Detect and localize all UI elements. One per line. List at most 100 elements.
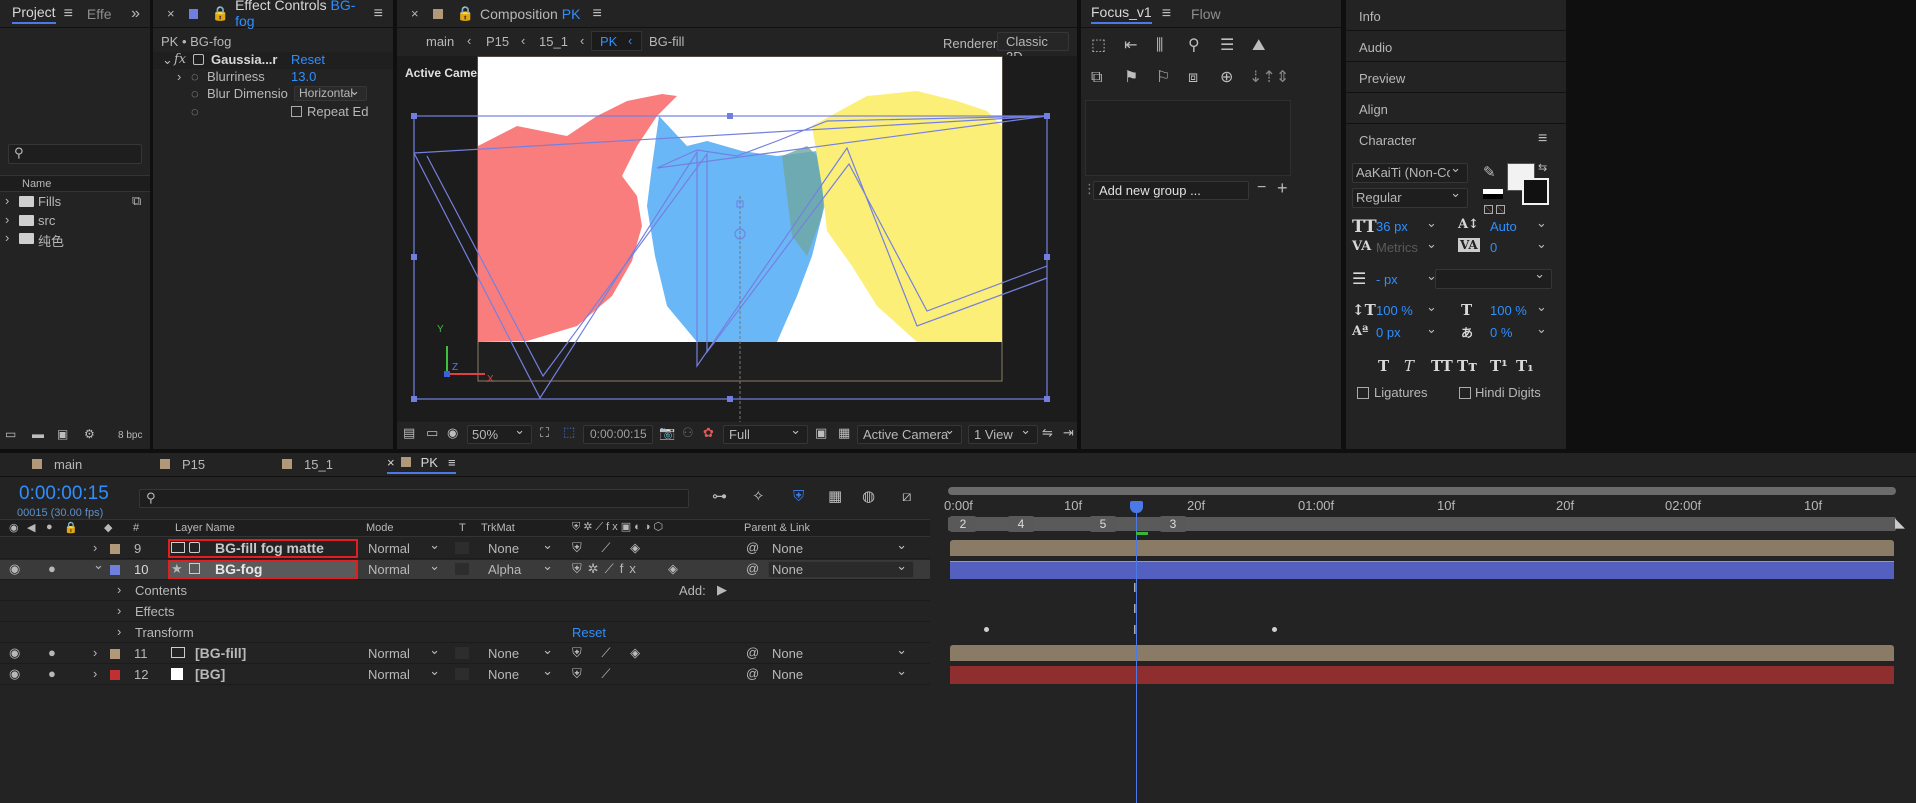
- eye-icon[interactable]: ◉: [9, 521, 19, 534]
- tab-pk[interactable]: × PK ≡: [387, 455, 456, 474]
- stopwatch-icon[interactable]: ◌: [191, 86, 199, 101]
- time-graph[interactable]: 0:00f 10f 20f 01:00f 10f 20f 02:00f 10f …: [940, 477, 1916, 803]
- flag-icon[interactable]: ⚑: [1124, 70, 1138, 86]
- layer-color-label[interactable]: [110, 565, 120, 575]
- chevron-down-icon[interactable]: ⌄: [1536, 236, 1547, 252]
- chevron-down-icon[interactable]: ⌄: [1426, 236, 1437, 252]
- vertical-scale-value[interactable]: 100 %: [1376, 303, 1413, 318]
- eye-icon[interactable]: ◉: [9, 666, 20, 682]
- layer-bar[interactable]: [950, 666, 1894, 684]
- mode-column[interactable]: Mode: [366, 522, 394, 534]
- info-panel-header[interactable]: Info: [1346, 0, 1566, 31]
- show-snapshot-icon[interactable]: ⚇: [682, 426, 694, 439]
- sub-row[interactable]: › Transform Reset: [0, 623, 930, 643]
- monitor-icon[interactable]: ▭: [426, 426, 438, 439]
- trkmat-lock-box[interactable]: [455, 668, 469, 680]
- pickwhip-icon[interactable]: @: [746, 645, 759, 660]
- interpret-footage-icon[interactable]: ▭: [5, 428, 16, 440]
- panel-menu-icon[interactable]: ≡: [374, 5, 383, 23]
- chevron-right-icon[interactable]: ›: [5, 193, 9, 208]
- chevron-down-icon[interactable]: ⌄: [1426, 321, 1437, 337]
- playhead-handle[interactable]: [1130, 501, 1143, 513]
- chevron-down-icon[interactable]: ⌄: [162, 52, 173, 68]
- layer-row[interactable]: › 9 BG-fill fog matte Normal None ⛨ ⟋ ◈ …: [0, 537, 930, 559]
- baseline-shift-value[interactable]: 0 px: [1376, 325, 1401, 340]
- chevron-down-icon[interactable]: ⌄: [1536, 321, 1547, 337]
- layer-switches[interactable]: ⛨ ⟋ ◈: [572, 540, 648, 556]
- stopwatch-icon[interactable]: ◌: [191, 69, 199, 84]
- mode-select[interactable]: Normal: [364, 663, 447, 683]
- region-icon[interactable]: ⬚: [563, 425, 575, 438]
- pin-icon[interactable]: ⚲: [1188, 38, 1200, 54]
- parent-select[interactable]: None: [768, 642, 914, 662]
- pickwhip-icon[interactable]: @: [746, 666, 759, 681]
- project-settings-icon[interactable]: ⚙: [84, 428, 95, 440]
- panel-menu-icon[interactable]: ≡: [448, 455, 456, 470]
- superscript-button[interactable]: T¹: [1490, 357, 1508, 375]
- trkmat-column[interactable]: TrkMat: [481, 522, 515, 534]
- switches-icons[interactable]: ⛨✲⟋fx▣◐◑⬡: [572, 520, 666, 534]
- remove-group-button[interactable]: −: [1257, 179, 1266, 197]
- search-input[interactable]: ⚲: [8, 144, 142, 164]
- tab-main[interactable]: main: [32, 457, 82, 472]
- trkmat-lock-box[interactable]: [455, 542, 469, 554]
- select-bounds-icon[interactable]: ⬚: [1091, 38, 1106, 54]
- motion-blur-icon[interactable]: ◍: [862, 489, 875, 504]
- draft-3d-icon[interactable]: ✧: [752, 489, 765, 504]
- repeat-edge-checkbox[interactable]: [291, 106, 302, 117]
- chevron-right-icon[interactable]: ›: [117, 603, 121, 618]
- channel-icon[interactable]: ✿: [703, 426, 714, 439]
- comp-canvas[interactable]: Y Z X: [397, 56, 1077, 422]
- chevron-right-icon[interactable]: ›: [5, 230, 9, 245]
- transparency-grid-icon[interactable]: ▦: [838, 426, 850, 439]
- add-group-button[interactable]: +: [1277, 178, 1288, 199]
- swap-colors-icon[interactable]: ⇆: [1538, 163, 1547, 174]
- chevron-right-icon[interactable]: ›: [117, 582, 121, 597]
- close-icon[interactable]: ×: [167, 6, 175, 21]
- faux-bold-button[interactable]: T: [1378, 357, 1389, 375]
- playhead-line[interactable]: [1136, 505, 1137, 803]
- resolution-select[interactable]: Full: [723, 422, 808, 444]
- layer-color-label[interactable]: [110, 670, 120, 680]
- tab-composition[interactable]: Composition PK: [480, 6, 580, 22]
- hash-column[interactable]: #: [133, 522, 139, 534]
- tab-focus[interactable]: Focus_v1: [1091, 4, 1152, 24]
- renderer-button[interactable]: Classic 3D: [997, 32, 1069, 64]
- new-folder-icon[interactable]: ▬: [32, 428, 44, 440]
- layer-switches[interactable]: ⛨✲⟋fx: [572, 561, 642, 577]
- timecode-field[interactable]: 0:00:00:15: [583, 425, 653, 444]
- chevron-down-icon[interactable]: ⌄: [1426, 215, 1437, 231]
- sort-arrows-icon[interactable]: ⇣⇡⇕: [1249, 70, 1289, 86]
- tab-flow[interactable]: Flow: [1191, 6, 1221, 22]
- small-caps-button[interactable]: Tт: [1457, 357, 1477, 375]
- comp-viewport[interactable]: Active Camera Y Z X: [397, 56, 1077, 422]
- trkmat-select[interactable]: Alpha: [484, 558, 560, 578]
- tab-p15[interactable]: P15: [160, 457, 205, 472]
- tsume-value[interactable]: 0 %: [1490, 325, 1512, 340]
- panel-menu-icon[interactable]: ≡: [1162, 5, 1171, 23]
- layer-tool-icon[interactable]: ⧉: [1091, 70, 1102, 86]
- comp-marker[interactable]: 2: [950, 516, 976, 532]
- mode-select[interactable]: Normal: [364, 642, 447, 662]
- reset-exposure-icon[interactable]: ⇥: [1063, 426, 1074, 439]
- timeline-timecode[interactable]: 0:00:00:15: [19, 483, 109, 505]
- work-area-bar[interactable]: [948, 487, 1896, 495]
- trkmat-select[interactable]: None: [484, 663, 560, 683]
- layer-name[interactable]: [BG]: [195, 666, 225, 682]
- comp-marker[interactable]: 3: [1160, 516, 1186, 532]
- layer-bar[interactable]: [950, 645, 1894, 661]
- flag-left-icon[interactable]: ⚐: [1156, 70, 1170, 86]
- chevron-down-icon[interactable]: ⌄: [1536, 299, 1547, 315]
- layer-row[interactable]: ◉ ● › 12 [BG] Normal None ⛨ ⟋ @ None: [0, 663, 930, 685]
- chevron-right-icon[interactable]: ›: [93, 645, 97, 660]
- effect-reset-link[interactable]: Reset: [291, 52, 325, 67]
- list-icon[interactable]: ☰: [1220, 38, 1234, 54]
- align-left-icon[interactable]: ⇤: [1124, 38, 1137, 54]
- comp-flowchart-icon[interactable]: ⊶: [712, 489, 727, 504]
- solo-dot-icon[interactable]: ●: [48, 666, 56, 681]
- font-family-select[interactable]: AaKaiTi (Non-Co...: [1352, 160, 1468, 183]
- link-icon[interactable]: ◈: [668, 561, 678, 577]
- no-stroke-icon[interactable]: [1496, 205, 1505, 214]
- faux-italic-button[interactable]: T: [1404, 357, 1414, 375]
- tab-effects[interactable]: Effe: [87, 6, 112, 22]
